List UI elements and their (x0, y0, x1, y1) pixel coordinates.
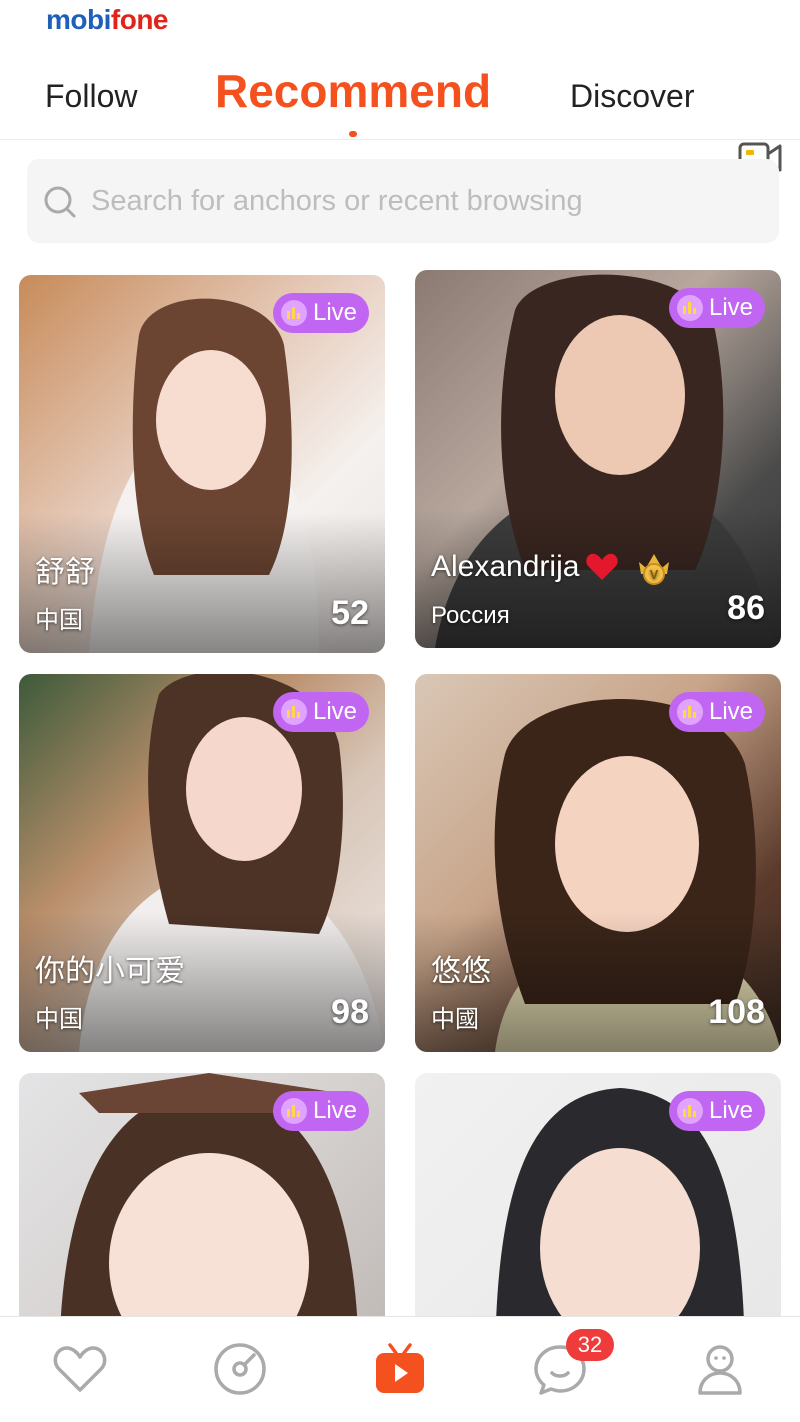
svg-text:V: V (650, 567, 659, 582)
live-badge: Live (272, 1091, 369, 1131)
tab-recommend[interactable]: Recommend (215, 64, 491, 118)
crown-vip-icon: V (639, 554, 670, 585)
live-label: Live (312, 698, 357, 725)
anchor-name: 舒舒 (35, 547, 95, 591)
anchor-name: Alexandrija V (431, 548, 675, 586)
viewer-count: 52 (331, 594, 369, 632)
live-badge: Live (272, 692, 369, 732)
viewer-count: 108 (708, 993, 765, 1031)
live-bars-icon (280, 699, 307, 725)
nav-live[interactable] (368, 1337, 432, 1401)
live-bars-icon (676, 699, 703, 725)
anchor-name-text: 悠悠 (431, 955, 491, 988)
live-label: Live (708, 698, 753, 725)
profile-icon (698, 1345, 742, 1395)
live-bars-icon (280, 1098, 307, 1124)
app-screen: mobifone Follow Recommend Discover Live (0, 0, 800, 1422)
messages-badge: 32 (566, 1329, 614, 1361)
heart-icon (53, 1346, 107, 1392)
live-label: Live (708, 294, 753, 321)
tab-discover[interactable]: Discover (570, 78, 694, 115)
anchor-country: Россия (431, 602, 510, 629)
live-bars-icon (676, 1098, 703, 1124)
anchor-country: 中国 (35, 1006, 83, 1033)
anchor-card[interactable]: Live Alexandrija V Россия 86 (415, 270, 781, 648)
viewer-count: 86 (727, 589, 765, 627)
search-icon (44, 186, 76, 218)
anchor-country: 中国 (35, 607, 83, 634)
live-badge: Live (668, 1091, 765, 1131)
tab-follow[interactable]: Follow (45, 78, 137, 115)
anchor-card[interactable]: Live 舒舒 中国 52 (19, 275, 385, 653)
carrier-logo-part1: mobi (46, 4, 111, 35)
anchor-name-text: Alexandrija (431, 550, 580, 583)
live-label: Live (312, 1097, 357, 1124)
carrier-logo: mobifone (46, 4, 169, 36)
anchor-name-text: 舒舒 (35, 556, 95, 589)
bottom-nav: 32 (0, 1316, 800, 1422)
nav-profile[interactable] (688, 1337, 752, 1401)
search-bar[interactable] (27, 159, 779, 243)
nav-discover[interactable] (208, 1337, 272, 1401)
search-input[interactable] (91, 159, 751, 243)
anchor-name: 悠悠 (431, 946, 491, 990)
anchor-name: 你的小可爱 (35, 946, 185, 990)
live-bars-icon (280, 300, 307, 326)
live-badge: Live (272, 293, 369, 333)
live-bars-icon (676, 295, 703, 321)
nav-favorites[interactable] (48, 1337, 112, 1401)
live-badge: Live (668, 288, 765, 328)
live-tv-icon (376, 1343, 424, 1393)
anchor-card[interactable]: Live 你的小可爱 中国 98 (19, 674, 385, 1052)
anchor-name-text: 你的小可爱 (35, 955, 185, 988)
carrier-logo-part2: fone (110, 4, 169, 35)
anchor-country: 中國 (431, 1006, 479, 1033)
live-label: Live (312, 299, 357, 326)
heart-icon (586, 553, 619, 580)
viewer-count: 98 (331, 993, 369, 1031)
compass-icon (214, 1343, 266, 1395)
live-badge: Live (668, 692, 765, 732)
top-tabs: Follow Recommend Discover (0, 60, 800, 174)
active-tab-indicator (349, 131, 357, 137)
anchor-card[interactable]: Live 悠悠 中國 108 (415, 674, 781, 1052)
live-label: Live (708, 1097, 753, 1124)
